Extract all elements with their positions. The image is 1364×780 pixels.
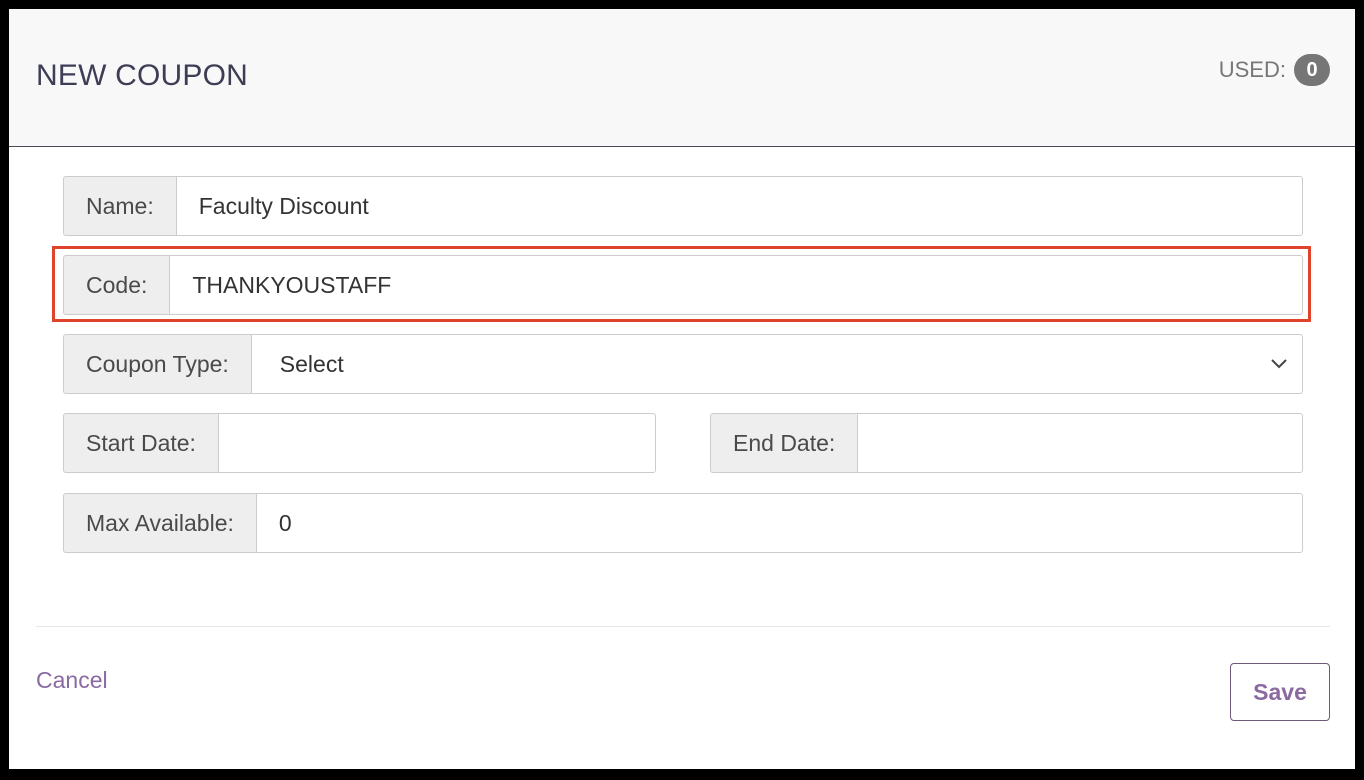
max-available-label: Max Available: [63,493,256,553]
code-label: Code: [63,255,170,315]
chevron-down-icon [1268,353,1290,375]
start-date-input[interactable] [217,413,656,473]
cancel-link[interactable]: Cancel [36,667,108,694]
used-label: USED: [1218,57,1286,82]
modal-header: NEW COUPON USED: 0 [9,9,1355,147]
end-date-row: End Date: [710,413,1303,473]
footer-divider [36,626,1330,627]
code-input[interactable]: THANKYOUSTAFF [169,255,1303,315]
max-available-row: Max Available: 0 [63,493,1303,553]
name-row: Name: Faculty Discount [63,176,1303,236]
coupon-type-selected-value: Select [279,350,344,377]
start-date-label: Start Date: [63,413,218,473]
coupon-type-row: Coupon Type: Select [63,334,1303,394]
name-input[interactable]: Faculty Discount [175,176,1303,236]
used-counter: USED: 0 [1219,54,1330,86]
start-date-row: Start Date: [63,413,656,473]
code-row: Code: THANKYOUSTAFF [63,255,1303,315]
end-date-label: End Date: [710,413,858,473]
save-button[interactable]: Save [1230,663,1330,721]
modal-title: NEW COUPON [36,59,248,92]
end-date-input[interactable] [857,413,1303,473]
new-coupon-modal: NEW COUPON USED: 0 Name: Faculty Discoun… [9,9,1355,769]
coupon-type-label: Coupon Type: [63,334,251,394]
coupon-type-select[interactable]: Select [250,334,1303,394]
used-count-badge: 0 [1294,54,1330,86]
max-available-input[interactable]: 0 [255,493,1303,553]
name-label: Name: [63,176,176,236]
